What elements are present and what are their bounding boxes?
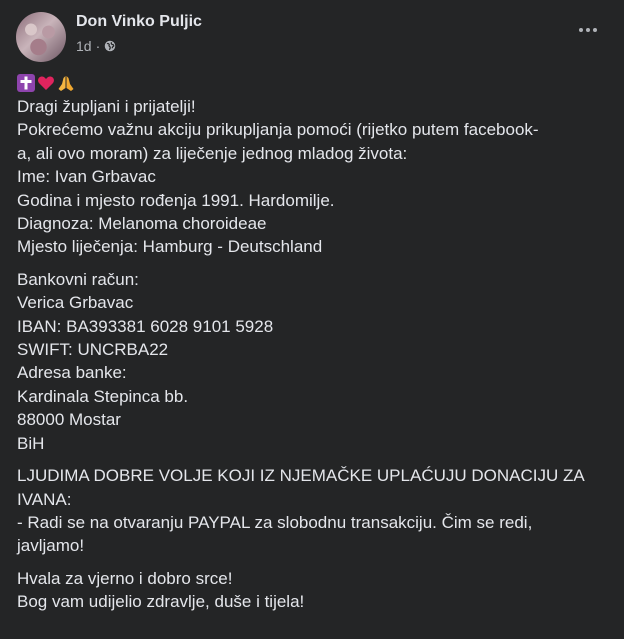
text-line: a, ali ovo moram) za liječenje jednog ml…	[17, 143, 408, 163]
text-line: Bog vam udijelio zdravlje, duše i tijela…	[17, 592, 305, 612]
post-meta: 1d ·	[76, 38, 116, 54]
text-line: Diagnoza: Melanoma choroideae	[17, 214, 267, 234]
paragraph-closing: Hvala za vjerno i dobro srce! Bog vam ud…	[17, 567, 608, 614]
globe-icon[interactable]	[104, 40, 116, 52]
dot-icon	[586, 28, 590, 32]
text-line: Ime: Ivan Grbavac	[17, 167, 156, 187]
post-header: Don Vinko Puljic 1d ·	[16, 10, 608, 62]
author-name[interactable]: Don Vinko Puljic	[76, 13, 202, 31]
text-line: Pokrećemo važnu akciju prikupljanja pomo…	[17, 120, 539, 140]
praying-hands-icon	[58, 76, 74, 91]
text-line: - Radi se na otvaranju PAYPAL za slobodn…	[17, 512, 533, 532]
paragraph-intro: Dragi župljani i prijatelji! Pokrećemo v…	[17, 95, 608, 259]
dot-icon	[593, 28, 597, 32]
text-line: Mjesto liječenja: Hamburg - Deutschland	[17, 237, 323, 257]
text-line: IBAN: BA393381 6028 9101 5928	[17, 316, 274, 336]
text-line: Kardinala Stepinca bb.	[17, 386, 189, 406]
emoji-row	[17, 72, 608, 94]
meta-separator: ·	[95, 38, 101, 54]
text-line: LJUDIMA DOBRE VOLJE KOJI IZ NJEMAČKE UPL…	[17, 466, 585, 486]
text-line: Godina i mjesto rođenja 1991. Hardomilje…	[17, 190, 335, 210]
post-text: Dragi župljani i prijatelji! Pokrećemo v…	[17, 72, 608, 623]
text-line: BiH	[17, 433, 45, 453]
red-heart-icon	[38, 76, 54, 90]
text-line: javljamo!	[17, 536, 85, 556]
facebook-post: Don Vinko Puljic 1d · Dragi župljani i p…	[0, 0, 624, 639]
cross-emoji-icon	[17, 74, 35, 92]
text-line: Bankovni račun:	[17, 269, 139, 289]
text-line: Adresa banke:	[17, 363, 127, 383]
paragraph-bank: Bankovni račun: Verica Grbavac IBAN: BA3…	[17, 268, 608, 455]
post-time[interactable]: 1d	[76, 38, 92, 54]
dot-icon	[579, 28, 583, 32]
text-line: Verica Grbavac	[17, 293, 134, 313]
text-line: SWIFT: UNCRBA22	[17, 340, 169, 360]
avatar[interactable]	[16, 12, 66, 62]
text-line: Hvala za vjerno i dobro srce!	[17, 568, 233, 588]
text-line: Dragi župljani i prijatelji!	[17, 97, 196, 116]
text-line: IVANA:	[17, 489, 72, 509]
more-options-button[interactable]	[574, 16, 602, 44]
text-line: 88000 Mostar	[17, 410, 121, 430]
paragraph-donation: LJUDIMA DOBRE VOLJE KOJI IZ NJEMAČKE UPL…	[17, 464, 608, 558]
